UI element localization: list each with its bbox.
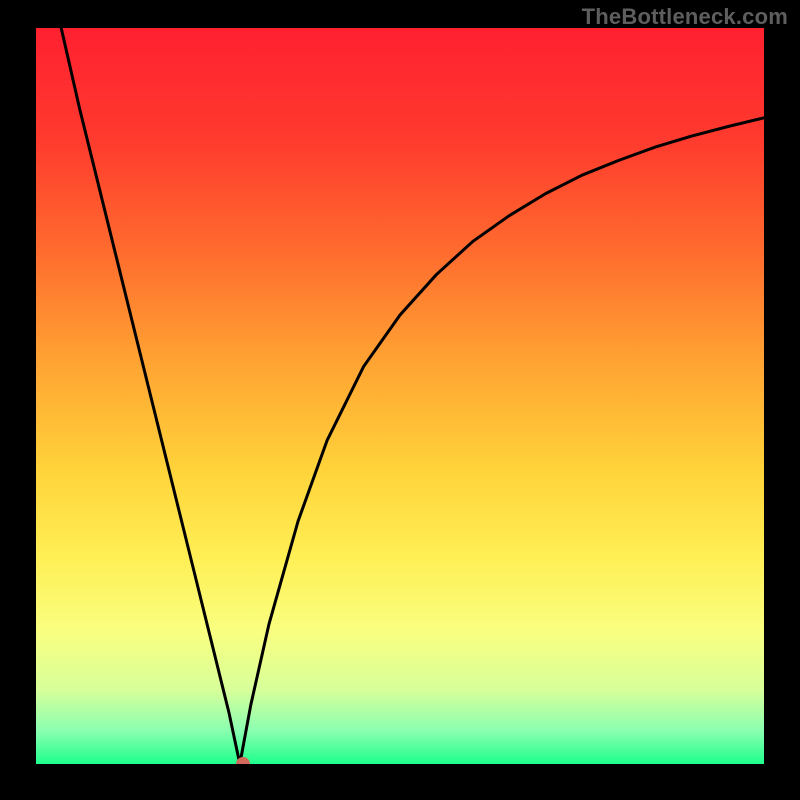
watermark-text: TheBottleneck.com <box>582 4 788 30</box>
optimal-point-marker <box>236 757 250 764</box>
chart-frame: TheBottleneck.com <box>0 0 800 800</box>
bottleneck-curve <box>36 28 764 764</box>
plot-area <box>36 28 764 764</box>
